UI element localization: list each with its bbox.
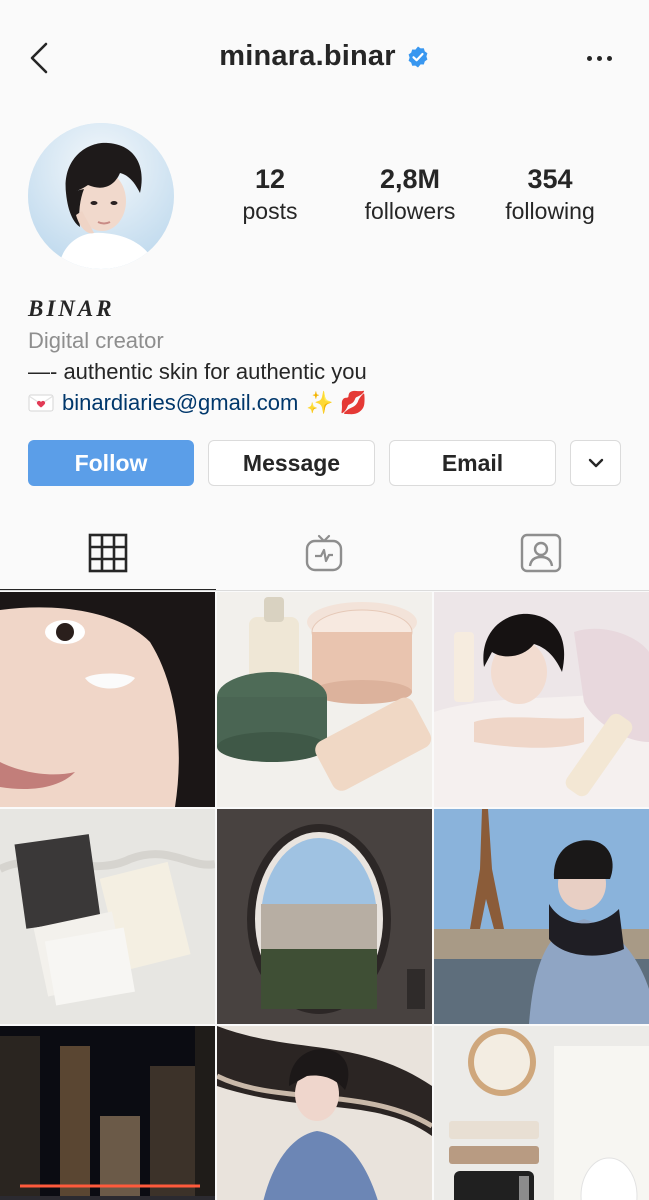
profile-header: minara.binar <box>0 0 649 110</box>
tab-igtv[interactable] <box>216 515 432 591</box>
igtv-icon <box>306 534 343 572</box>
display-name: BINAR <box>28 296 115 321</box>
post-thumbnail[interactable] <box>0 592 215 807</box>
stat-followers[interactable]: 2,8M followers <box>345 162 475 226</box>
post-image <box>434 592 649 807</box>
following-count: 354 <box>527 164 573 194</box>
email-line: binardiaries@gmail.com ✨ 💋 <box>28 387 628 418</box>
profile-avatar[interactable] <box>28 123 174 269</box>
posts-grid <box>0 592 649 1200</box>
post-image <box>217 809 432 1024</box>
post-thumbnail[interactable] <box>434 809 649 1024</box>
post-thumbnail[interactable] <box>0 1026 215 1200</box>
post-image <box>434 809 649 1024</box>
chevron-down-icon <box>588 458 603 468</box>
username-title: minara.binar <box>219 40 396 72</box>
follow-button[interactable]: Follow <box>28 440 194 486</box>
tab-tagged[interactable] <box>433 515 649 591</box>
avatar-illustration <box>28 123 174 269</box>
post-image <box>0 592 215 807</box>
email-button[interactable]: Email <box>389 440 556 486</box>
followers-label: followers <box>364 198 456 224</box>
post-image <box>217 1026 432 1200</box>
more-dot-icon <box>606 55 612 61</box>
following-label: following <box>505 198 595 224</box>
email-link[interactable]: binardiaries@gmail.com <box>62 387 298 418</box>
posts-count: 12 <box>254 164 286 194</box>
profile-actions: Follow Message Email <box>28 440 621 486</box>
trailing-emojis: ✨ 💋 <box>306 390 368 415</box>
post-thumbnail[interactable] <box>217 1026 432 1200</box>
stat-following[interactable]: 354 following <box>485 162 615 226</box>
more-dot-icon <box>586 55 592 61</box>
post-thumbnail[interactable] <box>217 592 432 807</box>
post-thumbnail[interactable] <box>0 809 215 1024</box>
post-image <box>0 1026 215 1200</box>
more-dot-icon <box>596 55 602 61</box>
posts-label: posts <box>242 198 298 224</box>
post-image <box>217 592 432 807</box>
post-thumbnail[interactable] <box>434 1026 649 1200</box>
grid-icon <box>88 533 128 573</box>
post-thumbnail[interactable] <box>434 592 649 807</box>
category-label: Digital creator <box>28 328 164 353</box>
tab-posts-grid[interactable] <box>0 515 217 591</box>
suggested-accounts-button[interactable] <box>570 440 621 486</box>
heart-envelope-icon <box>28 394 54 411</box>
stat-posts[interactable]: 12 posts <box>205 162 335 226</box>
post-image <box>434 1026 649 1200</box>
post-thumbnail[interactable] <box>217 809 432 1024</box>
profile-tabs <box>0 515 649 591</box>
bio-text: —- authentic skin for authentic you <box>28 359 367 384</box>
tagged-icon <box>520 533 562 573</box>
verified-badge-icon <box>408 46 428 67</box>
post-image <box>0 809 215 1024</box>
more-options-button[interactable] <box>579 44 619 72</box>
title-wrap: minara.binar <box>0 40 649 73</box>
profile-stats: 12 posts 2,8M followers 354 following <box>205 162 615 226</box>
tabs-divider <box>0 590 649 591</box>
message-button[interactable]: Message <box>208 440 375 486</box>
followers-count: 2,8M <box>379 164 441 194</box>
profile-bio: BINAR Digital creator —- authentic skin … <box>28 292 628 418</box>
